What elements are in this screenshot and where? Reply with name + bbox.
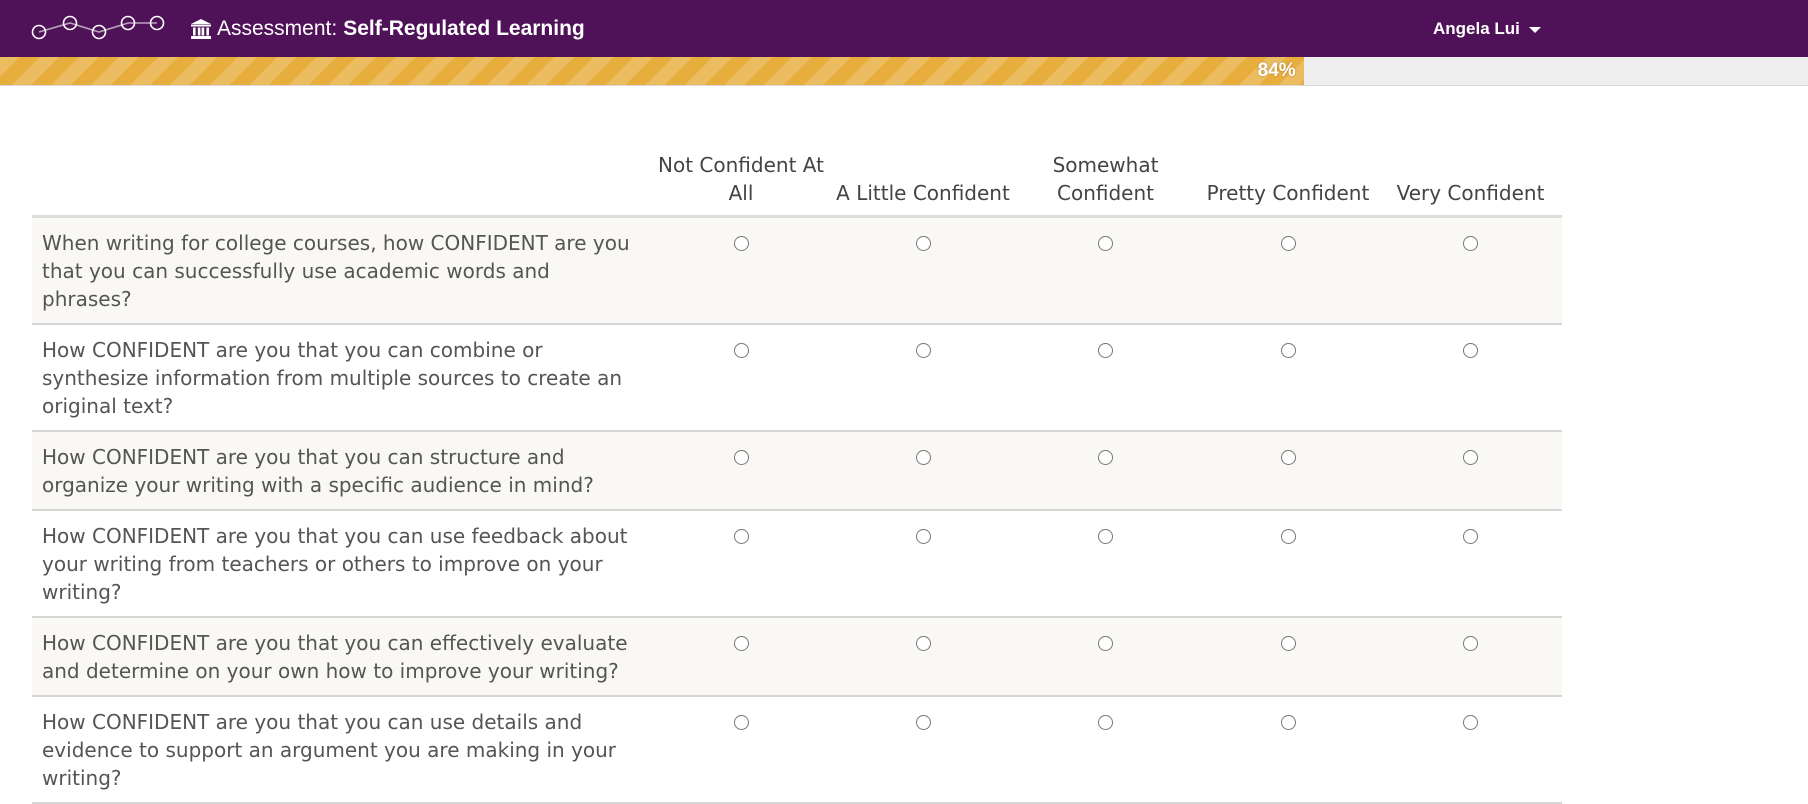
column-header-3: Somewhat Confident xyxy=(1014,141,1197,218)
radio-option[interactable] xyxy=(1098,529,1113,544)
radio-option[interactable] xyxy=(915,529,931,544)
answer-cell xyxy=(832,216,1014,325)
radio-option[interactable] xyxy=(1098,450,1113,465)
progress-fill: 84% xyxy=(0,57,1304,85)
radio-option[interactable] xyxy=(1280,715,1296,730)
answer-cell xyxy=(650,431,832,511)
radio-option[interactable] xyxy=(1280,636,1296,651)
top-navbar: Assessment: Self-Regulated Learning Ange… xyxy=(0,0,1808,57)
radio-option[interactable] xyxy=(1280,343,1296,358)
radio-option[interactable] xyxy=(915,715,931,730)
radio-option[interactable] xyxy=(1280,529,1296,544)
question-row: How CONFIDENT are you that you can struc… xyxy=(32,431,1562,511)
answer-cell xyxy=(650,617,832,697)
answer-cell xyxy=(832,431,1014,511)
radio-option[interactable] xyxy=(915,343,931,358)
answer-cell xyxy=(1014,431,1197,511)
caret-down-icon xyxy=(1528,26,1541,33)
question-column-header xyxy=(32,141,650,218)
bank-building-icon xyxy=(191,18,211,39)
radio-option[interactable] xyxy=(733,236,749,251)
radio-option[interactable] xyxy=(1463,236,1478,251)
radio-option[interactable] xyxy=(733,529,749,544)
answer-cell xyxy=(832,617,1014,697)
radio-option[interactable] xyxy=(915,450,931,465)
radio-option[interactable] xyxy=(1280,450,1296,465)
radio-option[interactable] xyxy=(1463,529,1478,544)
radio-option[interactable] xyxy=(1098,343,1113,358)
answer-cell xyxy=(1014,696,1197,804)
radio-option[interactable] xyxy=(733,450,749,465)
title-prefix: Assessment: xyxy=(217,16,338,40)
answer-cell xyxy=(1014,216,1197,325)
question-row: How CONFIDENT are you that you can use f… xyxy=(32,510,1562,618)
column-header-2: A Little Confident xyxy=(832,141,1014,218)
answer-cell xyxy=(1379,216,1562,325)
progress-bar: 84% xyxy=(0,57,1808,86)
answer-cell xyxy=(1197,324,1379,432)
column-header-4: Pretty Confident xyxy=(1197,141,1379,218)
answer-cell xyxy=(1014,324,1197,432)
radio-option[interactable] xyxy=(1463,715,1478,730)
user-name: Angela Lui xyxy=(1433,18,1520,38)
radio-option[interactable] xyxy=(733,343,749,358)
question-text: How CONFIDENT are you that you can effec… xyxy=(32,617,650,697)
logo-icon xyxy=(31,15,165,40)
answer-cell xyxy=(1379,696,1562,804)
question-row: How CONFIDENT are you that you can combi… xyxy=(32,324,1562,432)
radio-option[interactable] xyxy=(733,636,749,651)
radio-option[interactable] xyxy=(1098,236,1113,251)
answer-cell xyxy=(832,510,1014,618)
answer-cell xyxy=(1014,617,1197,697)
page-title: Assessment: Self-Regulated Learning xyxy=(190,0,585,57)
answer-cell xyxy=(1197,431,1379,511)
column-header-1: Not Confident At All xyxy=(650,141,832,218)
answer-cell xyxy=(650,324,832,432)
radio-option[interactable] xyxy=(915,236,931,251)
column-header-5: Very Confident xyxy=(1379,141,1562,218)
radio-option[interactable] xyxy=(1098,636,1113,651)
answer-cell xyxy=(1379,324,1562,432)
progress-label: 84% xyxy=(1257,60,1296,81)
answer-cell xyxy=(1197,617,1379,697)
answer-cell xyxy=(832,696,1014,804)
question-text: How CONFIDENT are you that you can use f… xyxy=(32,510,650,618)
radio-option[interactable] xyxy=(1463,450,1478,465)
question-row: When writing for college courses, how CO… xyxy=(32,216,1562,325)
answer-cell xyxy=(1197,216,1379,325)
radio-option[interactable] xyxy=(1463,343,1478,358)
answer-cell xyxy=(650,696,832,804)
radio-option[interactable] xyxy=(1280,236,1296,251)
answer-cell xyxy=(832,324,1014,432)
question-text: How CONFIDENT are you that you can combi… xyxy=(32,324,650,432)
answer-cell xyxy=(650,510,832,618)
question-text: How CONFIDENT are you that you can struc… xyxy=(32,431,650,511)
radio-option[interactable] xyxy=(1098,715,1113,730)
answer-cell xyxy=(1379,510,1562,618)
question-row: How CONFIDENT are you that you can effec… xyxy=(32,617,1562,697)
question-text: How CONFIDENT are you that you can use d… xyxy=(32,696,650,804)
radio-option[interactable] xyxy=(733,715,749,730)
user-menu-button[interactable]: Angela Lui xyxy=(1433,0,1541,57)
column-header-row: Not Confident At All A Little Confident So… xyxy=(32,141,1562,218)
likert-survey-table: Not Confident At All A Little Confident So… xyxy=(32,141,1562,804)
radio-option[interactable] xyxy=(915,636,931,651)
answer-cell xyxy=(1197,696,1379,804)
assessment-name: Self-Regulated Learning xyxy=(343,16,585,40)
question-text: When writing for college courses, how CO… xyxy=(32,216,650,325)
answer-cell xyxy=(650,216,832,325)
question-row: How CONFIDENT are you that you can use d… xyxy=(32,696,1562,804)
answer-cell xyxy=(1197,510,1379,618)
radio-option[interactable] xyxy=(1463,636,1478,651)
answer-cell xyxy=(1379,431,1562,511)
answer-cell xyxy=(1014,510,1197,618)
answer-cell xyxy=(1379,617,1562,697)
